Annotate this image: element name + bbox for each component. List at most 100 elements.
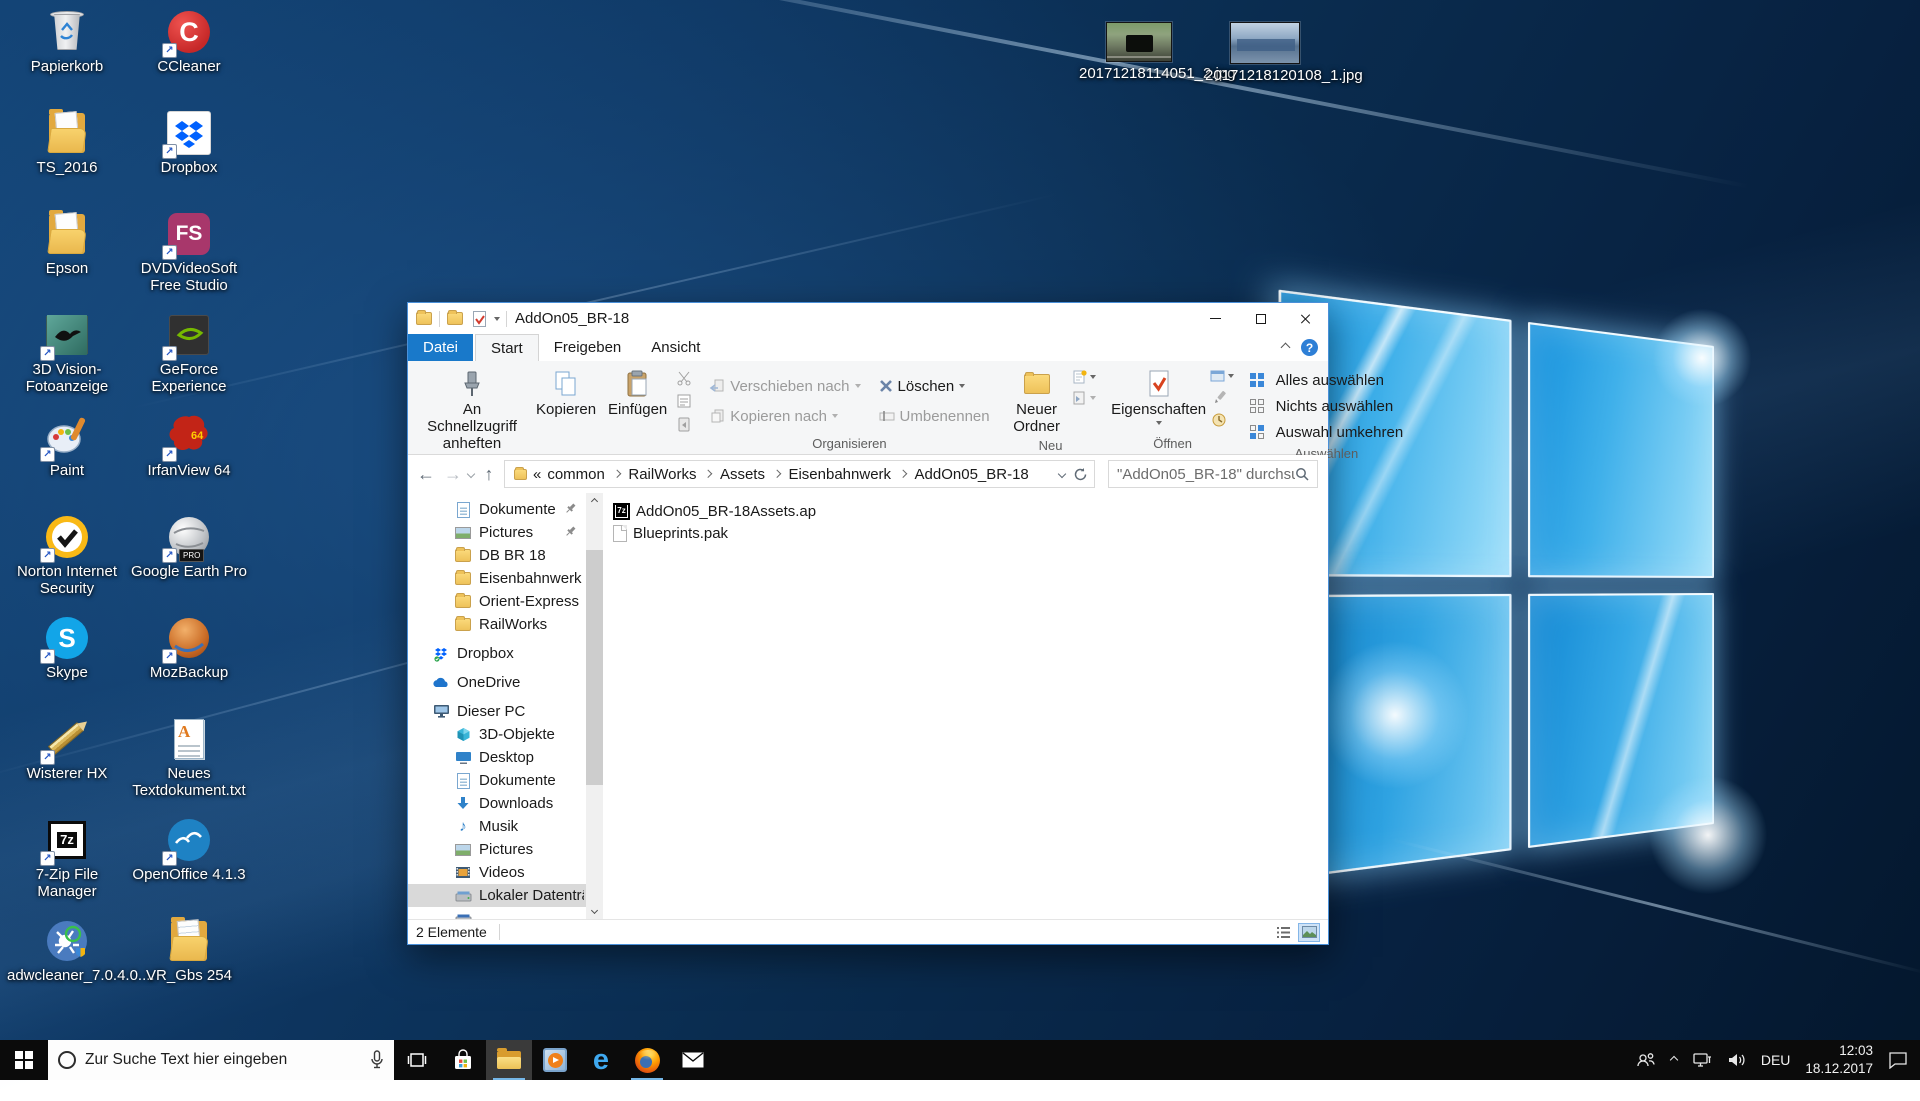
copy-to-button[interactable]: Kopieren nach bbox=[709, 408, 860, 425]
breadcrumb-railworks[interactable]: RailWorks bbox=[626, 466, 698, 483]
desktop-icon-google-earth[interactable]: ↗ PRO Google Earth Pro bbox=[128, 513, 250, 614]
rename-button[interactable]: Umbenennen bbox=[879, 408, 990, 425]
file-explorer-button[interactable] bbox=[486, 1040, 532, 1080]
desktop-icon-papierkorb[interactable]: Papierkorb bbox=[6, 8, 128, 109]
action-center-icon[interactable] bbox=[1888, 1051, 1908, 1069]
sidebar-item-lokaler-datentraeger-c[interactable]: Lokaler Datenträger (C:) bbox=[408, 884, 586, 907]
new-folder-button[interactable]: Neuer Ordner bbox=[1006, 367, 1068, 437]
people-icon[interactable] bbox=[1636, 1052, 1656, 1068]
qat-new-folder-icon[interactable] bbox=[446, 310, 464, 328]
scroll-up-icon[interactable] bbox=[592, 493, 597, 510]
sidebar-item-railworks[interactable]: RailWorks bbox=[408, 613, 586, 636]
tab-datei[interactable]: Datei bbox=[408, 334, 473, 361]
desktop-icon-7zip[interactable]: 7z ↗ 7-Zip File Manager bbox=[6, 816, 128, 917]
scroll-down-icon[interactable] bbox=[592, 902, 597, 919]
desktop-icon-geforce[interactable]: ↗ GeForce Experience bbox=[128, 311, 250, 412]
cut-icon[interactable] bbox=[675, 369, 693, 387]
forward-button[interactable]: → bbox=[441, 465, 465, 483]
sidebar-item-musik[interactable]: ♪ Musik bbox=[408, 815, 586, 838]
desktop-icon-dropbox[interactable]: ↗ Dropbox bbox=[128, 109, 250, 210]
language-indicator[interactable]: DEU bbox=[1761, 1052, 1791, 1068]
open-button[interactable] bbox=[1210, 369, 1234, 383]
file-row-blueprints[interactable]: Blueprints.pak bbox=[613, 522, 1328, 544]
desktop-icon-epson[interactable]: Epson bbox=[6, 210, 128, 311]
desktop-icon-paint[interactable]: ↗ Paint bbox=[6, 412, 128, 513]
task-view-button[interactable] bbox=[394, 1040, 440, 1080]
up-button[interactable]: ↑ bbox=[477, 465, 501, 483]
minimize-button[interactable] bbox=[1193, 303, 1238, 334]
title-bar[interactable]: AddOn05_BR-18 bbox=[408, 303, 1328, 334]
desktop-icon-ts-2016[interactable]: TS_2016 bbox=[6, 109, 128, 210]
tab-start[interactable]: Start bbox=[475, 334, 539, 361]
breadcrumb-assets[interactable]: Assets bbox=[718, 466, 767, 483]
sidebar-item-downloads[interactable]: Downloads bbox=[408, 792, 586, 815]
properties-button[interactable]: Eigenschaften bbox=[1112, 367, 1206, 426]
edge-button[interactable]: e bbox=[578, 1040, 624, 1080]
sidebar-item-pictures-quick[interactable]: Pictures bbox=[408, 521, 586, 544]
sidebar-item-orient-express[interactable]: Orient-Express bbox=[408, 590, 586, 613]
desktop-icon-3d-vision[interactable]: ↗ 3D Vision-Fotoanzeige bbox=[6, 311, 128, 412]
sidebar-item-onedrive[interactable]: OneDrive bbox=[408, 671, 586, 694]
scrollbar-track[interactable] bbox=[586, 510, 603, 902]
desktop-icon-ccleaner[interactable]: C ↗ CCleaner bbox=[128, 8, 250, 109]
history-icon[interactable] bbox=[1210, 411, 1228, 429]
qat-customize-icon[interactable] bbox=[494, 317, 500, 321]
select-none-button[interactable]: Nichts auswählen bbox=[1250, 398, 1404, 415]
paste-shortcut-icon[interactable] bbox=[675, 415, 693, 433]
desktop-icon-mozbackup[interactable]: ↗ MozBackup bbox=[128, 614, 250, 715]
delete-button[interactable]: Löschen bbox=[879, 378, 990, 395]
sidebar-item-dokumente[interactable]: Dokumente bbox=[408, 769, 586, 792]
breadcrumb-eisenbahnwerk[interactable]: Eisenbahnwerk bbox=[786, 466, 893, 483]
tab-freigeben[interactable]: Freigeben bbox=[539, 334, 637, 361]
maximize-button[interactable] bbox=[1238, 303, 1283, 334]
taskbar-search-box[interactable]: Zur Suche Text hier eingeben bbox=[48, 1040, 394, 1080]
edit-icon[interactable] bbox=[1210, 388, 1228, 406]
copy-button[interactable]: Kopieren bbox=[532, 367, 600, 420]
address-dropdown-icon[interactable] bbox=[1058, 470, 1066, 478]
desktop-icon-skype[interactable]: S ↗ Skype bbox=[6, 614, 128, 715]
refresh-icon[interactable] bbox=[1073, 467, 1088, 482]
close-button[interactable] bbox=[1283, 303, 1328, 334]
desktop-icon-textdokument[interactable]: A Neues Textdokument.txt bbox=[128, 715, 250, 816]
media-player-button[interactable] bbox=[532, 1040, 578, 1080]
desktop-icon-vr-gbs[interactable]: VR_Gbs 254 bbox=[128, 917, 250, 1018]
move-to-button[interactable]: Verschieben nach bbox=[709, 378, 860, 395]
desktop-icon-norton[interactable]: ↗ Norton Internet Security bbox=[6, 513, 128, 614]
recent-locations-icon[interactable] bbox=[467, 470, 475, 478]
select-all-button[interactable]: Alles auswählen bbox=[1250, 372, 1404, 389]
back-button[interactable]: ← bbox=[414, 465, 438, 483]
scrollbar-thumb[interactable] bbox=[586, 550, 603, 785]
desktop-icon-dvdvideosoft[interactable]: FS ↗ DVDVideoSoft Free Studio bbox=[128, 210, 250, 311]
desktop-image-file-2[interactable]: 20171218120108_1.jpg bbox=[1202, 22, 1328, 85]
sidebar-item-desktop[interactable]: Desktop bbox=[408, 746, 586, 769]
sidebar-item-dieser-pc[interactable]: Dieser PC bbox=[408, 700, 586, 723]
sidebar-item-partial[interactable] bbox=[408, 907, 586, 919]
new-item-button[interactable] bbox=[1072, 369, 1096, 385]
desktop-icon-wisterer[interactable]: ↗ Wisterer HX bbox=[6, 715, 128, 816]
invert-selection-button[interactable]: Auswahl umkehren bbox=[1250, 424, 1404, 441]
sidebar-scrollbar[interactable] bbox=[586, 493, 603, 919]
desktop-image-file-1[interactable]: 20171218114051_2.jpg bbox=[1078, 22, 1200, 83]
pin-to-quick-access-button[interactable]: An Schnellzugriff anheften bbox=[416, 367, 528, 453]
paste-button[interactable]: Einfügen bbox=[604, 367, 671, 420]
thumbnail-view-button[interactable] bbox=[1298, 923, 1320, 942]
start-button[interactable] bbox=[0, 1040, 48, 1080]
collapse-ribbon-icon[interactable] bbox=[1281, 343, 1291, 353]
breadcrumb-addon05-br-18[interactable]: AddOn05_BR-18 bbox=[913, 466, 1031, 483]
search-box[interactable]: "AddOn05_BR-18" durchsuchen bbox=[1108, 460, 1318, 488]
easy-access-button[interactable] bbox=[1072, 390, 1096, 406]
network-icon[interactable] bbox=[1692, 1052, 1712, 1068]
tab-ansicht[interactable]: Ansicht bbox=[636, 334, 715, 361]
sidebar-item-3d-objekte[interactable]: 3D-Objekte bbox=[408, 723, 586, 746]
volume-icon[interactable] bbox=[1727, 1052, 1746, 1068]
breadcrumb-common[interactable]: common bbox=[545, 466, 607, 483]
sidebar-item-dropbox[interactable]: Dropbox bbox=[408, 642, 586, 665]
store-button[interactable] bbox=[440, 1040, 486, 1080]
desktop-icon-irfanview[interactable]: 64 ↗ IrfanView 64 bbox=[128, 412, 250, 513]
address-box[interactable]: « common RailWorks Assets Eisenbahnwerk … bbox=[504, 460, 1095, 488]
sidebar-item-eisenbahnwerk[interactable]: Eisenbahnwerk bbox=[408, 567, 586, 590]
copy-path-icon[interactable] bbox=[675, 392, 693, 410]
sidebar-item-pictures[interactable]: Pictures bbox=[408, 838, 586, 861]
desktop-icon-adwcleaner[interactable]: adwcleaner_7.0.4.0.... bbox=[6, 917, 128, 1018]
details-view-button[interactable] bbox=[1272, 923, 1294, 942]
